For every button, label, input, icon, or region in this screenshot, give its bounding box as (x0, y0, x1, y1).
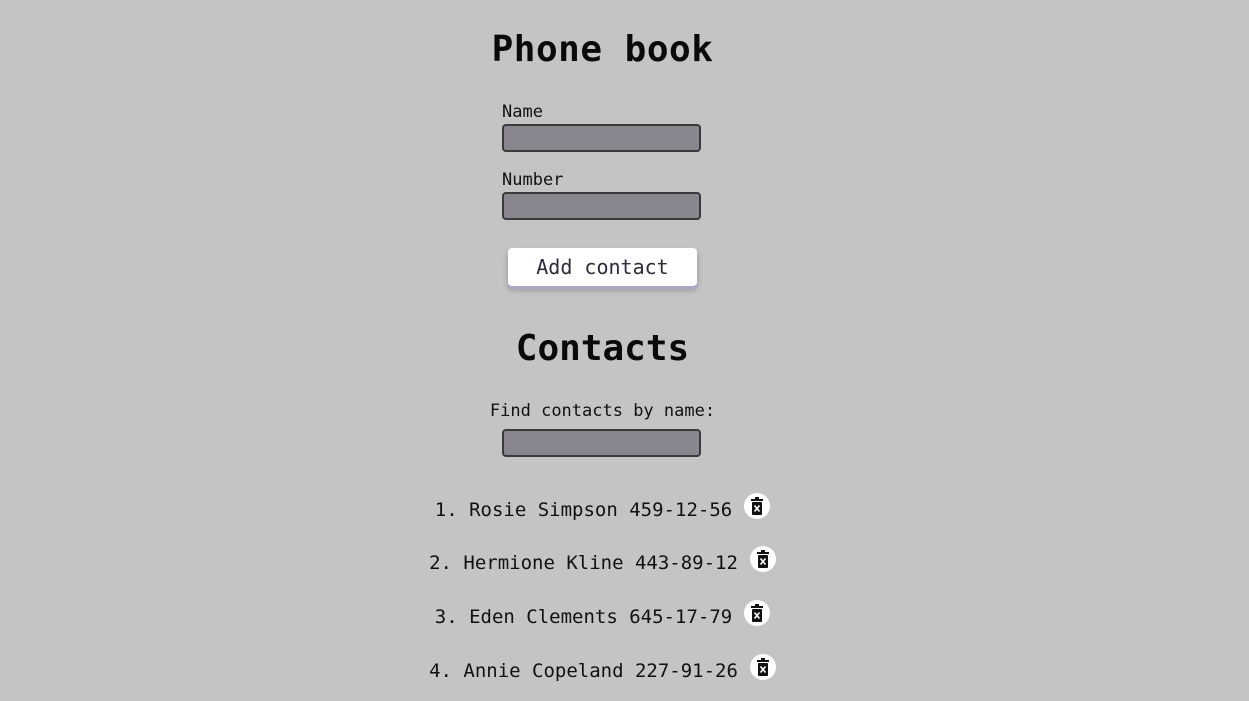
trash-icon (755, 658, 771, 676)
contact-text: 4. Annie Copeland 227-91-26 (429, 660, 738, 682)
number-input[interactable] (502, 192, 701, 220)
page-title: Phone book (491, 29, 714, 70)
add-contact-button[interactable]: Add contact (508, 248, 697, 286)
delete-contact-button[interactable] (744, 600, 771, 626)
name-label: Name (502, 102, 543, 122)
trash-icon (755, 550, 771, 568)
contact-item: 3. Eden Clements 645-17-79 (0, 597, 1205, 637)
contact-item: 4. Annie Copeland 227-91-26 (0, 651, 1205, 691)
contact-item: 1. Rosie Simpson 459-12-56 (0, 490, 1205, 530)
delete-contact-button[interactable] (749, 546, 776, 572)
contact-text: 2. Hermione Kline 443-89-12 (429, 552, 738, 574)
number-label: Number (502, 170, 564, 190)
filter-input[interactable] (502, 429, 701, 457)
contact-text: 3. Eden Clements 645-17-79 (434, 606, 733, 628)
trash-icon (749, 497, 765, 515)
contact-item: 2. Hermione Kline 443-89-12 (0, 543, 1205, 583)
filter-label: Find contacts by name: (489, 401, 716, 421)
contacts-heading: Contacts (515, 328, 690, 369)
delete-contact-button[interactable] (744, 493, 771, 519)
contact-text: 1. Rosie Simpson 459-12-56 (434, 499, 733, 521)
trash-icon (749, 604, 765, 622)
delete-contact-button[interactable] (749, 654, 776, 680)
name-input[interactable] (502, 124, 701, 152)
phonebook-app: Phone book Name Number Add contact Conta… (0, 0, 1249, 701)
